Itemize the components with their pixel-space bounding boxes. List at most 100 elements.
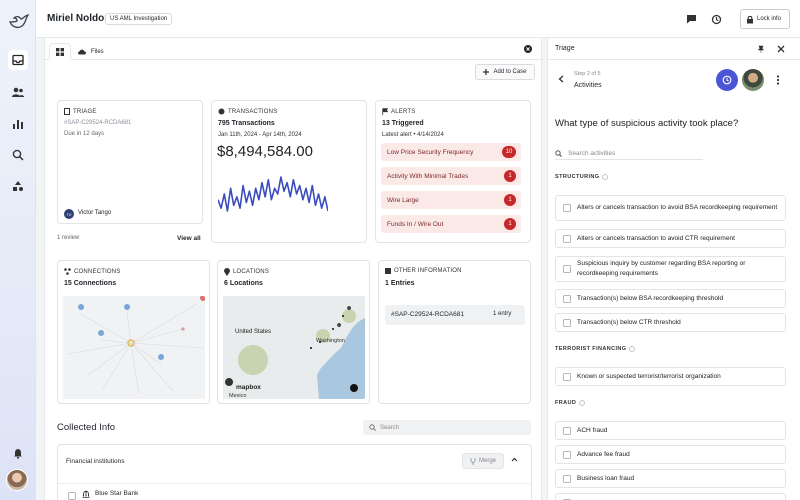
connections-count: 15 Connections [64, 280, 117, 287]
inbox-icon[interactable] [8, 50, 28, 70]
view-all-link[interactable]: View all [177, 235, 201, 242]
triage-panel: Triage Step 2 of 5 Activities What type … [547, 38, 800, 500]
other-info-entry[interactable]: #SAP-C29524-RCDA681 1 entry [385, 305, 525, 325]
tab-bar: Files [45, 38, 543, 60]
tab-files[interactable]: Files [71, 43, 110, 60]
document-icon [64, 108, 70, 115]
bell-icon[interactable] [8, 443, 28, 463]
connections-card-title: CONNECTIONS [74, 268, 121, 275]
avatar[interactable] [6, 469, 28, 491]
activity-option[interactable]: Transaction(s) below CTR threshold [555, 313, 786, 332]
chat-icon[interactable] [684, 12, 698, 26]
case-tag-badge: US AML Investigation [105, 13, 173, 25]
search-icon[interactable] [8, 145, 28, 165]
entry-count-badge: 1 entry [493, 311, 512, 317]
search-icon [369, 424, 376, 431]
activity-option[interactable]: Advance fee fraud [555, 445, 786, 464]
triage-card[interactable]: TRIAGE #SAP-C29524-RCDA681 Due in 12 day… [57, 100, 203, 224]
review-count: 1 review [57, 235, 80, 241]
search-icon [555, 150, 562, 157]
tab-files-label: Files [91, 48, 104, 55]
top-bar: Miriel Noldorin US AML Investigation Loc… [36, 0, 800, 38]
alert-item[interactable]: Wire Large 1 [381, 191, 521, 209]
collapse-icon[interactable] [777, 45, 785, 53]
other-info-card[interactable]: OTHER INFORMATION 1 Entries #SAP-C29524-… [378, 260, 531, 404]
lock-info-button[interactable]: Lock info [740, 9, 790, 29]
merge-icon [470, 457, 476, 465]
chevron-up-icon[interactable] [511, 457, 518, 462]
locations-count: 6 Locations [224, 280, 263, 287]
transactions-card-title: TRANSACTIONS [228, 108, 278, 115]
plus-icon [483, 69, 490, 75]
assignee-avatar[interactable] [742, 69, 764, 91]
activity-option[interactable] [555, 493, 786, 500]
alerts-card-title: ALERTS [391, 108, 416, 115]
section-title: Financial institutions [66, 458, 125, 465]
alerts-card[interactable]: ALERTS 13 Triggered Latest alert • 4/14/… [375, 100, 531, 243]
tab-overview[interactable] [49, 43, 71, 60]
activity-option[interactable]: Alters or cancels transaction to avoid C… [555, 229, 786, 248]
checkbox[interactable] [563, 474, 571, 483]
assignee-name: Victor Tango [78, 210, 112, 216]
add-to-case-label: Add to Case [493, 69, 527, 75]
lock-icon [747, 15, 753, 23]
pin-icon[interactable] [757, 45, 765, 53]
cloud-icon [78, 49, 86, 55]
transactions-card[interactable]: TRANSACTIONS 795 Transactions Jan 11th, … [211, 100, 367, 243]
checkbox[interactable] [563, 294, 571, 303]
timer-button[interactable] [716, 69, 738, 91]
close-icon[interactable] [524, 45, 532, 53]
location-pin-icon [224, 268, 230, 276]
shapes-icon[interactable] [8, 176, 28, 196]
alert-item-label: Wire Large [387, 196, 419, 204]
logo-bird-icon[interactable] [6, 9, 30, 33]
map-label-country: United States [235, 329, 272, 335]
activity-option[interactable]: Transaction(s) below BSA recordkeeping t… [555, 289, 786, 308]
activity-option[interactable]: Alters or cancels transaction to avoid B… [555, 195, 786, 221]
checkbox[interactable] [563, 372, 571, 381]
activity-option[interactable]: Business loan fraud [555, 469, 786, 488]
flag-icon [382, 108, 388, 115]
history-icon[interactable] [709, 12, 723, 26]
activities-search-input[interactable]: Search activities [555, 148, 703, 160]
help-icon[interactable] [579, 400, 586, 406]
connections-card[interactable]: CONNECTIONS 15 Connections [57, 260, 210, 404]
transactions-amount: $8,494,584.00 [217, 143, 313, 160]
activity-option[interactable]: ACH fraud [555, 421, 786, 440]
section-heading: TERRORIST FINANCING [555, 346, 636, 352]
activity-option[interactable]: Known or suspected terrorist/terrorist o… [555, 367, 786, 386]
checkbox[interactable] [563, 450, 571, 459]
other-info-card-title: OTHER INFORMATION [394, 268, 462, 274]
checkbox[interactable] [563, 204, 571, 212]
more-vertical-icon[interactable] [776, 75, 780, 85]
locations-map[interactable]: United States Washington mapbox Mexico [223, 296, 365, 399]
connections-graph[interactable] [63, 296, 205, 399]
alert-item[interactable]: Low Price Security Frequency 10 [381, 143, 521, 161]
activity-option[interactable]: Suspicious inquiry by customer regarding… [555, 256, 786, 282]
checkbox[interactable] [563, 426, 571, 435]
checkbox[interactable] [563, 318, 571, 327]
case-id: #SAP-C29524-RCDA681 [64, 120, 132, 126]
info-grid-icon [385, 268, 391, 274]
row-checkbox[interactable] [68, 492, 76, 500]
bar-chart-icon[interactable] [8, 114, 28, 134]
users-icon[interactable] [8, 82, 28, 102]
checkbox[interactable] [563, 265, 571, 273]
alert-count-badge: 10 [502, 146, 516, 158]
grid-icon [56, 47, 64, 56]
merge-button[interactable]: Merge [462, 453, 504, 469]
help-icon[interactable] [629, 346, 636, 352]
alert-item[interactable]: Activity With Minimal Trades 1 [381, 167, 521, 185]
checkbox[interactable] [563, 234, 571, 243]
alert-item[interactable]: Funds In / Wire Out 1 [381, 215, 521, 233]
back-chevron-icon[interactable] [558, 75, 564, 83]
locations-card[interactable]: LOCATIONS 6 Locations United States Wash… [217, 260, 370, 404]
help-icon[interactable] [602, 174, 609, 180]
add-to-case-button[interactable]: Add to Case [475, 64, 535, 80]
transactions-count: 795 Transactions [218, 120, 275, 127]
collected-search-input[interactable]: Search [363, 420, 531, 435]
transactions-icon [218, 108, 225, 115]
lock-info-label: Lock info [757, 16, 782, 22]
map-label-sea: Mexico [229, 393, 247, 399]
table-row[interactable]: Blue Star Bank [58, 483, 531, 500]
